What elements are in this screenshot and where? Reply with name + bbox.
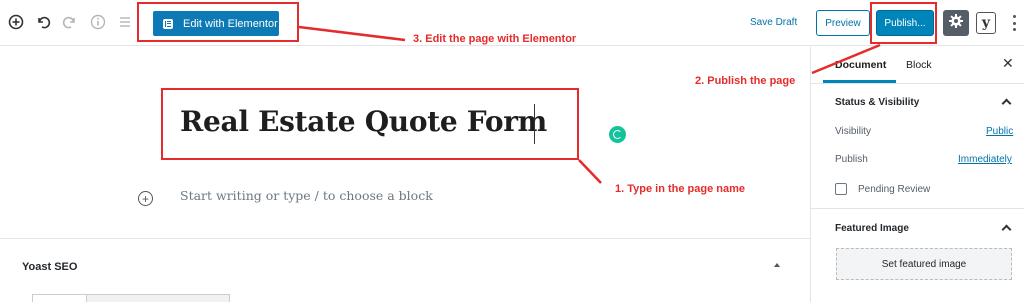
annotation-line-publish (811, 43, 881, 75)
annotation-line-elementor (298, 25, 406, 42)
annotation-step2: 2. Publish the page (695, 75, 796, 87)
annotation-step1: 1. Type in the page name (615, 183, 745, 195)
annotation-arrows (298, 25, 881, 184)
annotation-line-title (578, 159, 602, 184)
annotation-step3: 3. Edit the page with Elementor (413, 33, 577, 45)
